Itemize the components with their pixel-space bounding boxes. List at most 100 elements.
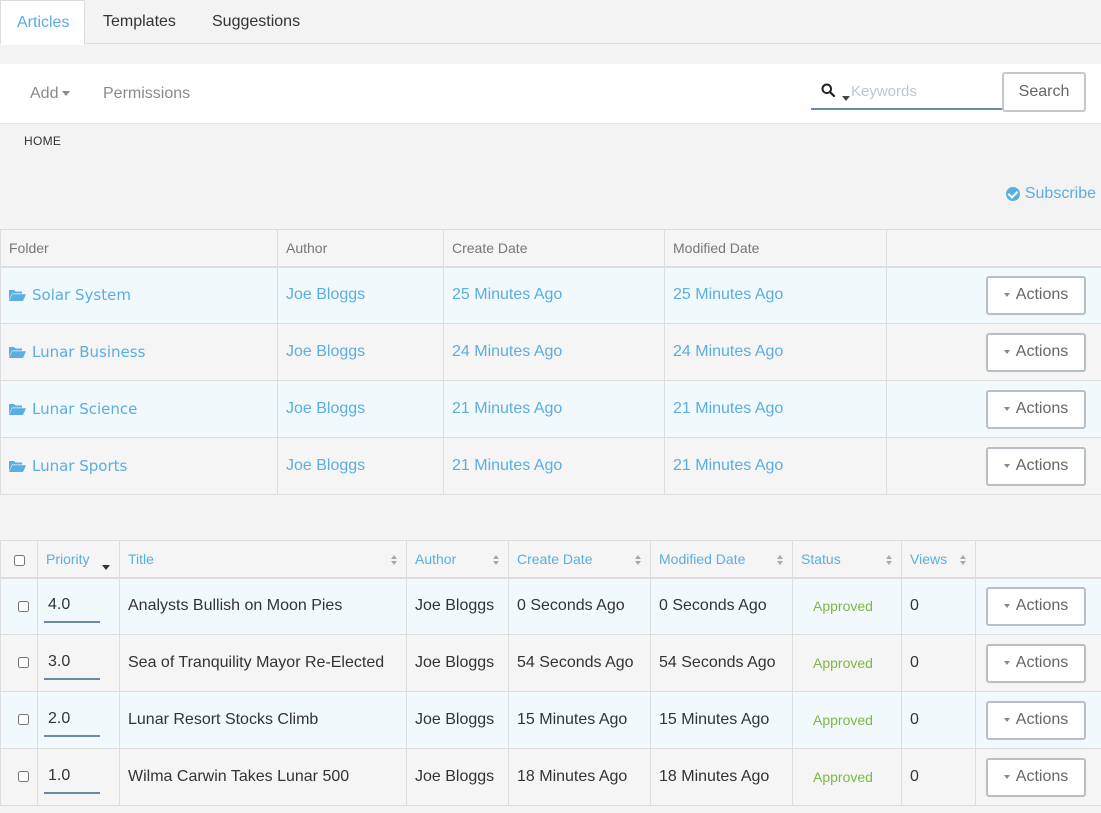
folder-open-icon — [9, 460, 26, 472]
author-cell: Joe Bloggs — [406, 691, 509, 749]
add-label: Add — [30, 85, 59, 102]
select-all-checkbox[interactable] — [13, 554, 25, 566]
actions-button[interactable]: Actions — [986, 700, 1086, 740]
create-date-cell[interactable]: 25 Minutes Ago — [443, 266, 665, 324]
actions-button[interactable]: Actions — [986, 586, 1086, 626]
actions-cell: Actions — [886, 323, 1101, 381]
article-row[interactable]: Analysts Bullish on Moon PiesJoe Bloggs0… — [0, 577, 1101, 635]
priority-cell — [37, 634, 120, 692]
actions-button[interactable]: Actions — [986, 446, 1086, 486]
folders-table: Folder Author Create Date Modified Date … — [0, 229, 1101, 495]
row-select-cell — [0, 577, 38, 635]
sort-desc-icon — [102, 558, 110, 574]
author-cell[interactable]: Joe Bloggs — [277, 266, 444, 324]
search-button[interactable]: Search — [1002, 72, 1086, 112]
actions-cell: Actions — [975, 748, 1101, 806]
row-checkbox[interactable] — [17, 600, 29, 612]
folder-name-link[interactable]: Lunar Sports — [32, 457, 127, 475]
permissions-link[interactable]: Permissions — [103, 84, 190, 104]
title-cell[interactable]: Sea of Tranquility Mayor Re-Elected — [119, 634, 407, 692]
priority-column-header[interactable]: Priority — [37, 540, 120, 579]
views-column-header[interactable]: Views — [901, 540, 976, 579]
row-select-cell — [0, 691, 38, 749]
search-scope-caret-icon[interactable] — [842, 89, 850, 105]
articles-table: Priority Title Author Create Date Modifi… — [0, 540, 1101, 806]
priority-input[interactable] — [44, 760, 100, 794]
priority-cell — [37, 577, 120, 635]
folder-row[interactable]: Lunar Business Joe Bloggs 24 Minutes Ago 24… — [0, 323, 1101, 381]
priority-input[interactable] — [44, 646, 100, 680]
sort-icon — [635, 555, 642, 565]
modified-date-cell[interactable]: 25 Minutes Ago — [664, 266, 887, 324]
title-cell[interactable]: Lunar Resort Stocks Climb — [119, 691, 407, 749]
actions-cell: Actions — [886, 380, 1101, 438]
title-header-label: Title — [128, 550, 154, 567]
folder-name-link[interactable]: Lunar Business — [32, 343, 145, 361]
title-column-header[interactable]: Title — [119, 540, 407, 579]
article-row[interactable]: Lunar Resort Stocks ClimbJoe Bloggs 15 Mi… — [0, 691, 1101, 749]
create-date-cell[interactable]: 21 Minutes Ago — [443, 437, 665, 495]
folder-name-link[interactable]: Solar System — [32, 286, 131, 304]
search-input[interactable] — [851, 78, 1001, 104]
actions-column-header — [975, 540, 1101, 579]
tab-suggestions[interactable]: Suggestions — [196, 0, 316, 44]
search-icon[interactable] — [821, 83, 835, 97]
folder-name-cell[interactable]: Lunar Sports — [0, 437, 278, 495]
folder-name-cell[interactable]: Solar System — [0, 266, 278, 324]
create-date-cell[interactable]: 21 Minutes Ago — [443, 380, 665, 438]
folder-row[interactable]: Lunar Sports Joe Bloggs 21 Minutes Ago 21 M… — [0, 437, 1101, 495]
modified-date-column-header[interactable]: Modified Date — [650, 540, 793, 579]
create-date-cell[interactable]: 24 Minutes Ago — [443, 323, 665, 381]
priority-input[interactable] — [44, 703, 100, 737]
tab-templates[interactable]: Templates — [87, 0, 192, 44]
author-column-header[interactable]: Author — [406, 540, 509, 579]
folder-name-link[interactable]: Lunar Science — [32, 400, 137, 418]
create-date-column-header[interactable]: Create Date — [508, 540, 651, 579]
article-row[interactable]: Wilma Carwin Takes Lunar 500Joe Bloggs18… — [0, 748, 1101, 806]
actions-button[interactable]: Actions — [986, 643, 1086, 683]
modified-date-cell[interactable]: 21 Minutes Ago — [664, 380, 887, 438]
author-cell[interactable]: Joe Bloggs — [277, 323, 444, 381]
actions-button[interactable]: Actions — [986, 275, 1086, 315]
folder-row[interactable]: Solar System Joe Bloggs 25 Minutes Ago 25 M… — [0, 266, 1101, 324]
row-checkbox[interactable] — [17, 657, 29, 669]
actions-label: Actions — [1015, 400, 1069, 417]
modified-date-cell: 0 Seconds Ago — [650, 577, 793, 635]
add-dropdown[interactable]: Add — [30, 84, 71, 104]
actions-button[interactable]: Actions — [986, 757, 1086, 797]
modified-date-cell[interactable]: 21 Minutes Ago — [664, 437, 887, 495]
title-cell[interactable]: Wilma Carwin Takes Lunar 500 — [119, 748, 407, 806]
priority-input[interactable] — [44, 589, 100, 624]
tab-articles[interactable]: Articles — [0, 0, 85, 45]
author-header-label: Author — [415, 550, 457, 567]
actions-label: Actions — [1015, 597, 1069, 615]
create-date-cell: 0 Seconds Ago — [508, 577, 651, 635]
folder-row[interactable]: Lunar Science Joe Bloggs 21 Minutes Ago 21 … — [0, 380, 1101, 438]
modified-date-column-header: Modified Date — [664, 229, 887, 268]
row-checkbox[interactable] — [17, 714, 29, 726]
row-select-cell — [0, 634, 38, 692]
author-cell[interactable]: Joe Bloggs — [277, 380, 444, 438]
actions-cell: Actions — [975, 634, 1101, 692]
subscribe-link[interactable]: Subscribe — [1005, 185, 1096, 203]
folder-name-cell[interactable]: Lunar Science — [0, 380, 278, 438]
status-badge: Approved — [792, 748, 902, 806]
title-cell[interactable]: Analysts Bullish on Moon Pies — [119, 577, 407, 635]
actions-button[interactable]: Actions — [986, 332, 1086, 372]
row-checkbox[interactable] — [17, 771, 29, 783]
views-cell: 0 — [901, 634, 976, 692]
status-column-header[interactable]: Status — [792, 540, 902, 579]
create-date-header-label: Create Date — [517, 550, 593, 567]
actions-cell: Actions — [975, 691, 1101, 749]
breadcrumb[interactable]: HOME — [24, 134, 61, 148]
actions-button[interactable]: Actions — [986, 389, 1086, 429]
article-row[interactable]: Sea of Tranquility Mayor Re-ElectedJoe B… — [0, 634, 1101, 692]
modified-date-cell: 15 Minutes Ago — [650, 691, 793, 749]
sort-icon — [777, 555, 784, 565]
create-date-cell: 54 Seconds Ago — [508, 634, 651, 692]
chevron-down-icon — [1003, 718, 1010, 722]
author-cell[interactable]: Joe Bloggs — [277, 437, 444, 495]
create-date-cell: 18 Minutes Ago — [508, 748, 651, 806]
modified-date-cell[interactable]: 24 Minutes Ago — [664, 323, 887, 381]
folder-name-cell[interactable]: Lunar Business — [0, 323, 278, 381]
